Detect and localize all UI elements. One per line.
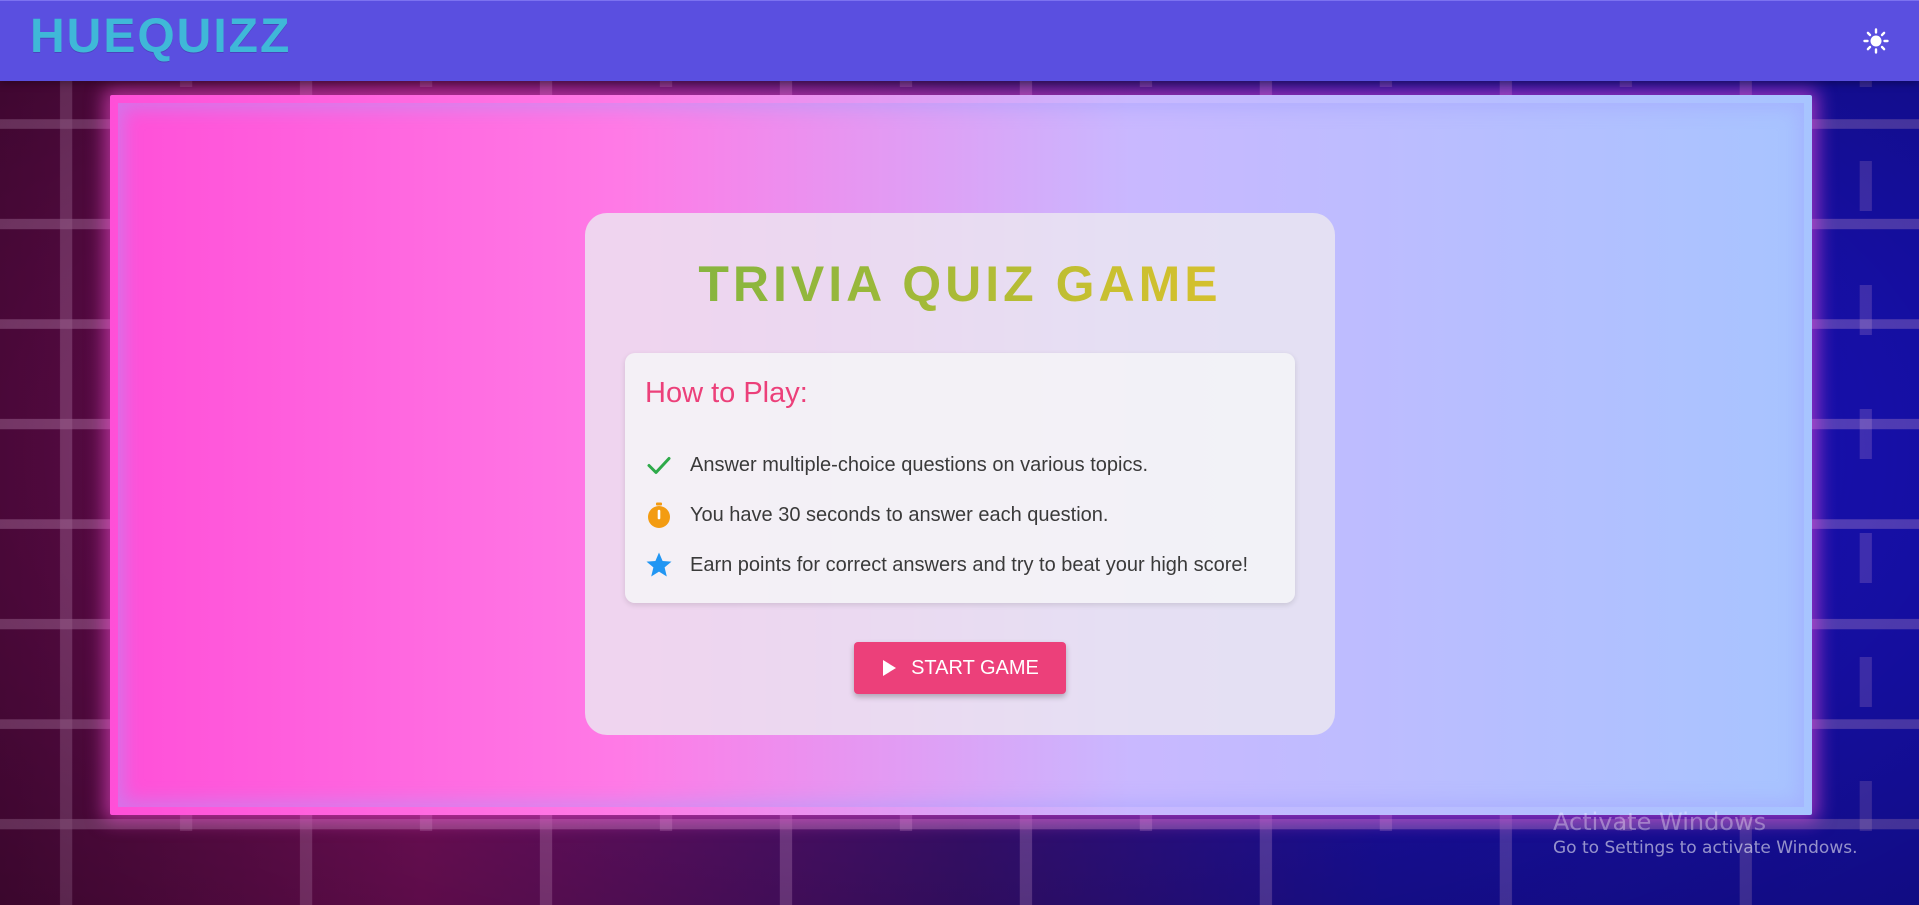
app-header: HUEQUIZZ: [0, 0, 1919, 81]
sun-icon: [1863, 28, 1889, 54]
game-title: TRIVIA QUIZ GAME: [585, 255, 1335, 313]
rule-text: Earn points for correct answers and try …: [690, 553, 1249, 576]
app-logo[interactable]: HUEQUIZZ: [30, 9, 291, 64]
windows-activation-watermark: Activate Windows Go to Settings to activ…: [1553, 808, 1858, 860]
rule-text: You have 30 seconds to answer each quest…: [690, 503, 1109, 526]
star-icon: [645, 551, 673, 579]
timer-icon: [645, 501, 673, 529]
play-icon: [881, 659, 897, 677]
how-to-play-heading: How to Play:: [645, 377, 808, 409]
theme-toggle-button[interactable]: [1859, 24, 1893, 58]
rule-item: Earn points for correct answers and try …: [645, 551, 1248, 579]
start-game-label: START GAME: [911, 656, 1039, 679]
rule-text: Answer multiple-choice questions on vari…: [690, 453, 1148, 476]
quiz-intro-card: TRIVIA QUIZ GAME How to Play: Answer mul…: [585, 213, 1335, 735]
watermark-title: Activate Windows: [1553, 808, 1767, 836]
rule-item: Answer multiple-choice questions on vari…: [645, 451, 1148, 479]
start-game-button[interactable]: START GAME: [854, 642, 1066, 694]
check-icon: [645, 451, 673, 479]
how-to-play-panel: How to Play: Answer multiple-choice ques…: [625, 353, 1295, 603]
rule-item: You have 30 seconds to answer each quest…: [645, 501, 1108, 529]
watermark-subtitle: Go to Settings to activate Windows.: [1553, 838, 1858, 858]
